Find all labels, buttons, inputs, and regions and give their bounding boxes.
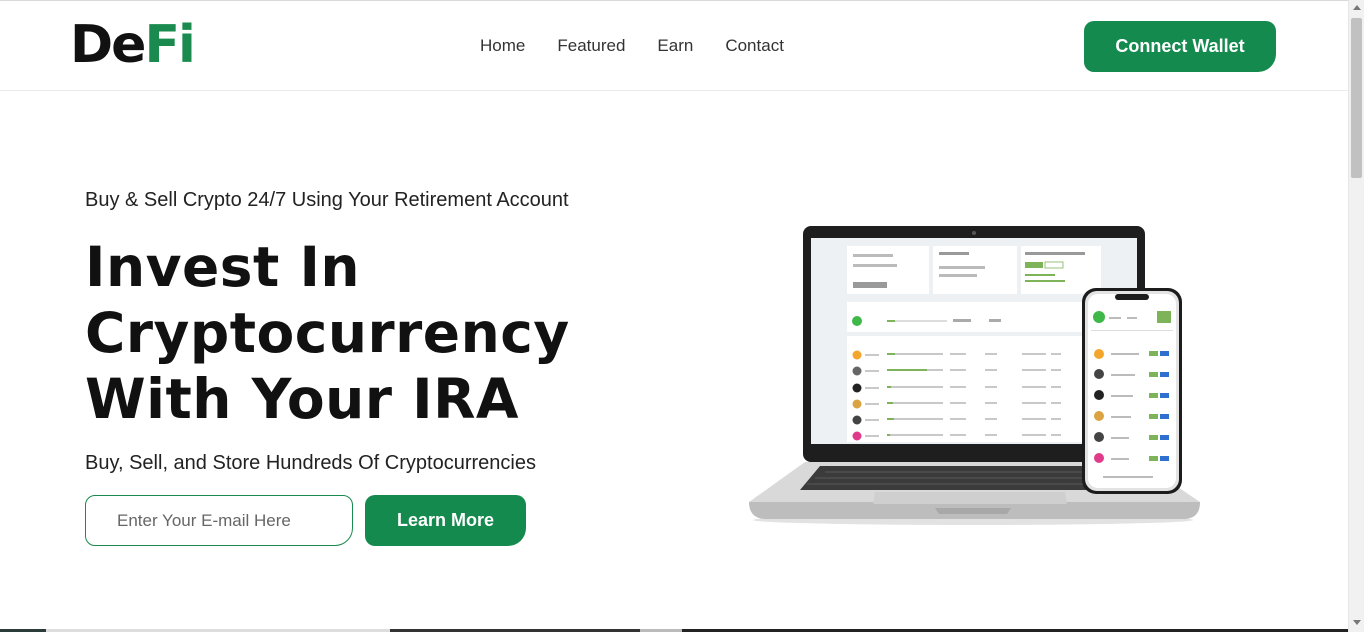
nav-earn[interactable]: Earn <box>657 35 693 57</box>
hero-subtext: Buy, Sell, and Store Hundreds Of Cryptoc… <box>85 452 536 474</box>
headline-line-3: With Your IRA <box>85 367 519 431</box>
learn-more-button[interactable]: Learn More <box>365 495 526 546</box>
laptop-phone-illustration <box>749 226 1200 525</box>
hero-tagline: Buy & Sell Crypto 24/7 Using Your Retire… <box>85 189 569 211</box>
headline-line-1: Invest In <box>85 235 361 299</box>
nav-featured[interactable]: Featured <box>557 35 625 57</box>
scroll-up-arrow-icon[interactable] <box>1353 5 1361 10</box>
headline-line-2: Cryptocurrency <box>85 301 570 365</box>
nav-contact[interactable]: Contact <box>725 35 784 57</box>
site-header: DeFi Home Featured Earn Contact Connect … <box>0 0 1348 91</box>
hero-headline: Invest In Cryptocurrency With Your IRA <box>85 234 685 432</box>
scroll-down-arrow-icon[interactable] <box>1353 620 1361 625</box>
main-nav: Home Featured Earn Contact <box>480 35 784 57</box>
logo-text-fi: Fi <box>144 15 195 75</box>
logo-text-de: De <box>70 15 146 75</box>
connect-wallet-button[interactable]: Connect Wallet <box>1084 21 1276 72</box>
nav-home[interactable]: Home <box>480 35 525 57</box>
vertical-scrollbar[interactable] <box>1348 0 1364 632</box>
email-input[interactable] <box>85 495 353 546</box>
page: DeFi Home Featured Earn Contact Connect … <box>0 0 1348 632</box>
defi-logo[interactable]: DeFi <box>70 15 196 75</box>
scrollbar-thumb[interactable] <box>1351 18 1362 178</box>
